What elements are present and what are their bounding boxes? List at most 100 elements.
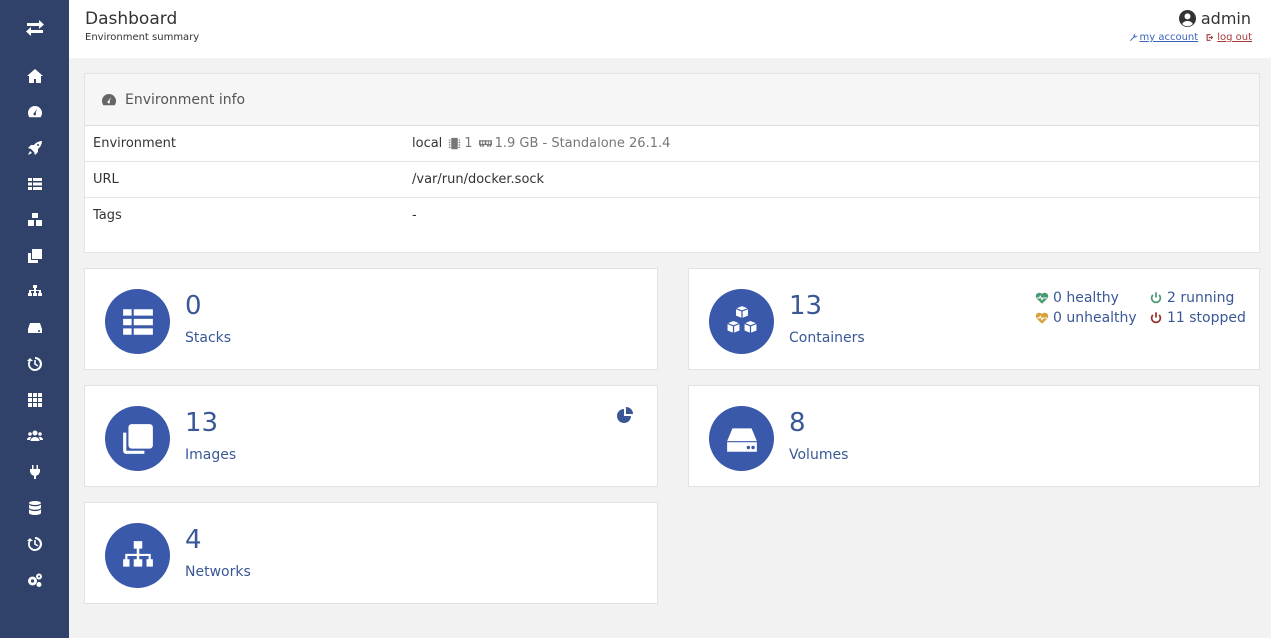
sign-out-icon — [1206, 34, 1214, 41]
sidebar-item-images[interactable] — [0, 238, 69, 274]
images-icon-circle — [105, 406, 170, 471]
my-account-label: my account — [1139, 32, 1199, 43]
sidebar-item-registries[interactable] — [0, 490, 69, 526]
stacks-icon-circle — [105, 289, 170, 354]
users-icon — [26, 430, 43, 441]
plug-icon — [29, 465, 40, 479]
hdd-icon — [27, 323, 42, 333]
sidebar-item-app-templates[interactable] — [0, 130, 69, 166]
logout-link[interactable]: log out — [1206, 32, 1252, 43]
networks-count: 4 — [185, 525, 202, 555]
cogs-icon — [27, 573, 42, 587]
table-row: URL /var/run/docker.sock — [85, 162, 1259, 198]
logout-label: log out — [1217, 32, 1252, 43]
volumes-count: 8 — [789, 408, 806, 438]
microchip-icon — [449, 137, 461, 150]
stacks-count: 0 — [185, 291, 202, 321]
rocket-icon — [27, 141, 42, 155]
stopped-stat: 11 stopped — [1149, 310, 1246, 326]
containers-card[interactable]: 13 Containers 0 healthy 0 unhealthy 2 ru… — [688, 268, 1260, 370]
sidebar-item-users[interactable] — [0, 418, 69, 454]
sidebar-item-home[interactable] — [0, 58, 69, 94]
running-count: 2 running — [1167, 290, 1235, 306]
panel-header: Environment info — [85, 74, 1259, 126]
images-label: Images — [185, 447, 237, 463]
sidebar-item-activity[interactable] — [0, 526, 69, 562]
history-icon — [26, 536, 42, 551]
history-icon — [26, 356, 42, 371]
row-value: local 1 1.9 GB - Standalone 26.1.4 — [412, 136, 670, 151]
stopped-count: 11 stopped — [1167, 310, 1246, 326]
account-links: my account log out — [1129, 32, 1252, 43]
user-circle-icon — [1178, 10, 1196, 27]
unhealthy-count: 0 unhealthy — [1053, 310, 1137, 326]
cubes-icon — [727, 305, 756, 333]
exchange-icon — [25, 20, 44, 36]
sidebar-item-volumes[interactable] — [0, 310, 69, 346]
th-list-icon — [27, 178, 42, 190]
volumes-label: Volumes — [789, 447, 849, 463]
cubes-icon — [27, 213, 42, 226]
table-row: Environment local 1 1.9 GB - Standalone … — [85, 126, 1259, 162]
networks-card[interactable]: 4 Networks — [84, 502, 658, 604]
table-row: Tags - — [85, 198, 1259, 233]
images-card[interactable]: 13 Images — [84, 385, 658, 487]
unhealthy-stat: 0 unhealthy — [1035, 310, 1137, 326]
cpu-info: 1 — [448, 136, 473, 151]
page-title: Dashboard — [85, 9, 178, 29]
sidebar-item-events[interactable] — [0, 346, 69, 382]
stacks-label: Stacks — [185, 330, 232, 346]
th-icon — [27, 393, 42, 407]
environment-name: local — [412, 136, 443, 151]
row-label: Tags — [93, 208, 122, 223]
dashboard-gauge-icon — [27, 106, 42, 118]
hdd-icon — [726, 427, 757, 452]
cpu-count: 1 — [464, 136, 473, 151]
volumes-icon-circle — [709, 406, 774, 471]
tachometer-icon — [102, 93, 116, 105]
sidebar-item-networks[interactable] — [0, 274, 69, 310]
memory-info: 1.9 GB - Standalone 26.1.4 — [478, 136, 671, 151]
row-label: Environment — [93, 136, 177, 151]
pie-chart-icon[interactable] — [617, 407, 633, 423]
row-value: /var/run/docker.sock — [412, 172, 545, 187]
clone-icon — [122, 423, 153, 454]
sidebar-item-stacks[interactable] — [0, 166, 69, 202]
wrench-icon — [1129, 33, 1137, 41]
stacks-card[interactable]: 0 Stacks — [84, 268, 658, 370]
healthy-count: 0 healthy — [1053, 290, 1119, 306]
username: admin — [1200, 9, 1251, 28]
th-list-icon — [122, 308, 153, 335]
memory-icon — [478, 140, 492, 147]
sitemap-icon — [122, 540, 153, 567]
row-label: URL — [93, 172, 119, 187]
sidebar-item-dashboard[interactable] — [0, 94, 69, 130]
my-account-link[interactable]: my account — [1129, 32, 1199, 43]
sidebar-item-containers[interactable] — [0, 202, 69, 238]
containers-count: 13 — [789, 291, 823, 321]
sidebar-item-host[interactable] — [0, 382, 69, 418]
environment-info-panel: Environment info Environment local 1 1.9… — [84, 73, 1260, 253]
logo-toggle[interactable] — [0, 0, 69, 56]
row-value: - — [412, 208, 417, 223]
power-icon — [1150, 312, 1162, 324]
heartbeat-icon — [1035, 312, 1049, 324]
containers-icon-circle — [709, 289, 774, 354]
images-count: 13 — [185, 408, 219, 438]
sidebar — [0, 0, 69, 638]
sidebar-item-endpoints[interactable] — [0, 454, 69, 490]
panel-title: Environment info — [125, 91, 246, 108]
page-subtitle: Environment summary — [85, 32, 200, 43]
running-stat: 2 running — [1149, 290, 1234, 306]
power-icon — [1150, 292, 1162, 304]
database-icon — [28, 501, 41, 515]
top-bar: Dashboard Environment summary admin my a… — [69, 0, 1271, 58]
volumes-card[interactable]: 8 Volumes — [688, 385, 1260, 487]
networks-label: Networks — [185, 564, 251, 580]
clone-icon — [27, 249, 42, 263]
memory-value: 1.9 GB - Standalone 26.1.4 — [494, 136, 671, 151]
sidebar-item-settings[interactable] — [0, 562, 69, 598]
containers-label: Containers — [789, 330, 865, 346]
user-menu: admin — [1178, 9, 1251, 28]
sitemap-icon — [27, 285, 42, 296]
